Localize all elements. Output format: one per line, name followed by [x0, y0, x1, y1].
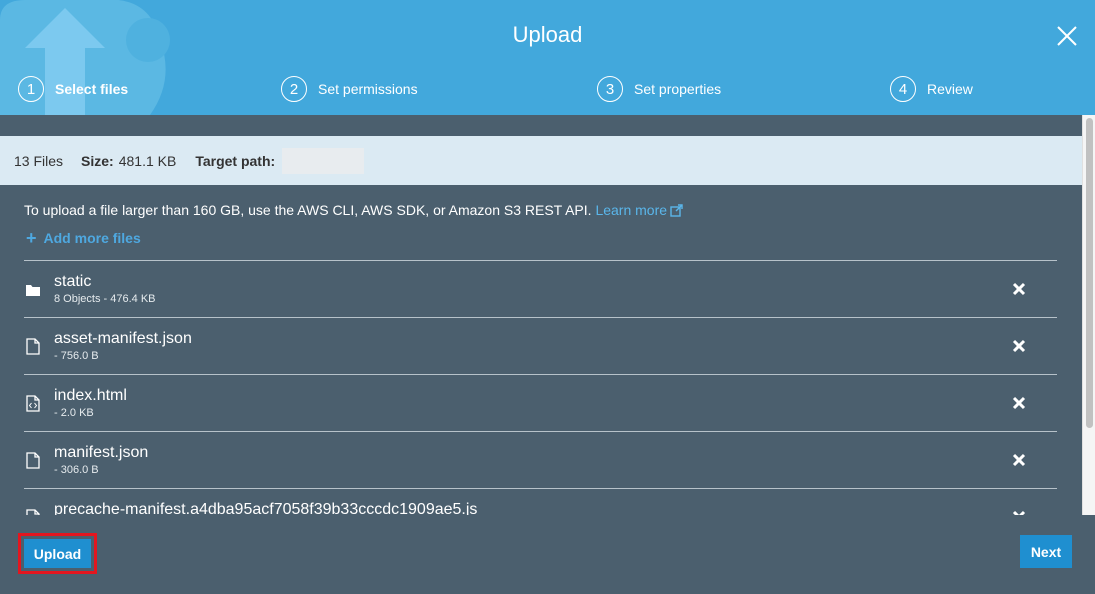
step-label: Select files [55, 81, 129, 97]
step-set-properties[interactable]: 3 Set properties [597, 76, 721, 102]
target-path-label: Target path: [195, 152, 276, 169]
dialog-title: Upload [512, 22, 583, 47]
file-name: static [54, 273, 92, 290]
folder-icon [26, 285, 40, 296]
file-name: manifest.json [54, 444, 149, 461]
list-item: precache-manifest.a4dba95acf7058f39b33cc… [24, 489, 1057, 515]
file-meta: - 306.0 B [54, 464, 99, 476]
info-text: To upload a file larger than 160 GB, use… [24, 202, 592, 218]
add-more-files-label: Add more files [43, 230, 141, 246]
list-item: manifest.json - 306.0 B [24, 432, 1057, 489]
plus-icon: + [26, 228, 37, 248]
remove-icon[interactable] [1011, 395, 1027, 411]
upload-size-info: To upload a file larger than 160 GB, use… [24, 202, 683, 218]
step-number: 4 [890, 76, 916, 102]
step-number: 3 [597, 76, 623, 102]
file-meta: 8 Objects - 476.4 KB [54, 293, 156, 305]
remove-icon[interactable] [1011, 452, 1027, 468]
step-number: 2 [281, 76, 307, 102]
file-name: precache-manifest.a4dba95acf7058f39b33cc… [54, 501, 478, 515]
upload-summary-bar: 13 Files Size: 481.1 KB Target path: [0, 136, 1082, 185]
external-link-icon [670, 204, 683, 217]
remove-icon[interactable] [1011, 281, 1027, 297]
step-label: Review [927, 81, 973, 97]
learn-more-link[interactable]: Learn more [595, 202, 683, 218]
file-count: 13 Files [14, 152, 64, 169]
list-item: asset-manifest.json - 756.0 B [24, 318, 1057, 375]
dialog-footer: Upload Next [0, 515, 1095, 594]
file-meta: - 2.0 KB [54, 407, 94, 419]
upload-highlight: Upload [18, 533, 97, 574]
dialog-header: Upload 1 Select files 2 Set permissions … [0, 0, 1095, 115]
list-item: static 8 Objects - 476.4 KB [24, 261, 1057, 318]
file-list-panel[interactable]: To upload a file larger than 160 GB, use… [0, 185, 1082, 515]
step-set-permissions[interactable]: 2 Set permissions [281, 76, 418, 102]
file-list: static 8 Objects - 476.4 KB asset-manife… [24, 260, 1057, 515]
size-label: Size: [81, 152, 114, 169]
add-more-files-button[interactable]: + Add more files [26, 228, 141, 248]
upload-button[interactable]: Upload [24, 539, 91, 568]
file-name: index.html [54, 387, 127, 404]
list-item: index.html - 2.0 KB [24, 375, 1057, 432]
file-icon [26, 452, 40, 469]
file-name: asset-manifest.json [54, 330, 192, 347]
code-file-icon [26, 395, 40, 412]
next-button[interactable]: Next [1020, 535, 1072, 568]
step-select-files[interactable]: 1 Select files [18, 76, 128, 102]
target-path-value [282, 147, 365, 174]
scrollbar[interactable] [1082, 115, 1095, 515]
size-value: 481.1 KB [118, 152, 177, 169]
learn-more-label[interactable]: Learn more [595, 202, 667, 218]
step-number: 1 [18, 76, 44, 102]
step-label: Set permissions [318, 81, 418, 97]
total-size: Size: 481.1 KB [81, 153, 176, 169]
scrollbar-thumb[interactable] [1086, 118, 1093, 428]
step-review[interactable]: 4 Review [890, 76, 973, 102]
file-meta: - 756.0 B [54, 350, 99, 362]
close-icon[interactable] [1055, 24, 1079, 48]
step-label: Set properties [634, 81, 722, 97]
remove-icon[interactable] [1011, 338, 1027, 354]
file-icon [26, 338, 40, 355]
